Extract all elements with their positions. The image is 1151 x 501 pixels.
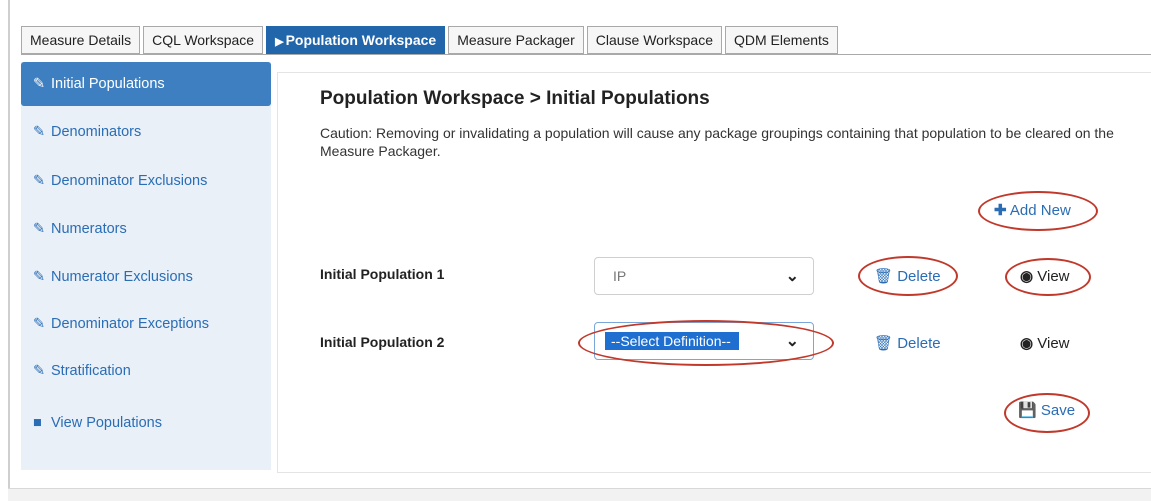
- sidebar-item-label: Initial Populations: [51, 76, 165, 92]
- book-icon: ■: [33, 415, 42, 431]
- caution-text: Caution: Removing or invalidating a popu…: [320, 125, 1114, 159]
- sidebar-item-label: Stratification: [51, 363, 131, 379]
- definition-select[interactable]: --Select Definition-- ⌄: [594, 322, 814, 360]
- add-new-button[interactable]: ✚ Add New: [994, 201, 1071, 219]
- tab-qdm-elements[interactable]: QDM Elements: [725, 26, 838, 54]
- pencil-icon: ✎: [33, 316, 46, 332]
- pencil-icon: ✎: [33, 124, 46, 140]
- binoculars-icon: ◉: [1020, 335, 1034, 352]
- sidebar-item-label: Denominator Exclusions: [51, 173, 208, 189]
- sidebar-item-stratification[interactable]: ✎ Stratification: [21, 349, 271, 393]
- sidebar-item-denominator-exceptions[interactable]: ✎ Denominator Exceptions: [21, 302, 271, 346]
- chevron-down-icon: ⌄: [785, 333, 799, 350]
- trash-icon: 🗑: [874, 268, 894, 285]
- tab-measure-details[interactable]: Measure Details: [21, 26, 141, 54]
- tab-bar: Measure Details CQL Workspace ▶ Populatio…: [21, 26, 841, 54]
- sidebar-item-label: View Populations: [51, 415, 162, 431]
- population-row-label: Initial Population 1: [320, 266, 445, 282]
- sidebar-item-label: Denominators: [51, 124, 142, 140]
- binoculars-icon: ◉: [1020, 268, 1034, 285]
- view-label: View: [1037, 268, 1070, 285]
- app-frame: Measure Details CQL Workspace ▶ Populatio…: [0, 0, 1151, 501]
- add-new-label: Add New: [1009, 202, 1071, 219]
- tab-cql-workspace[interactable]: CQL Workspace: [143, 26, 264, 54]
- pencil-icon: ✎: [33, 363, 46, 379]
- sidebar-item-label: Denominator Exceptions: [51, 316, 209, 332]
- sidebar: ✎ Initial Populations ✎ Denominators ✎ Deno…: [21, 62, 271, 470]
- sidebar-item-initial-populations[interactable]: ✎ Initial Populations: [21, 62, 271, 106]
- sidebar-item-numerators[interactable]: ✎ Numerators: [21, 207, 271, 251]
- tab-clause-workspace[interactable]: Clause Workspace: [586, 26, 722, 54]
- delete-label: Delete: [897, 268, 941, 285]
- play-arrow-icon: ▶: [275, 36, 284, 48]
- select-value: --Select Definition--: [605, 332, 739, 350]
- view-button[interactable]: ◉ View: [1020, 334, 1070, 352]
- window-left-border: [8, 0, 10, 500]
- floppy-disk-icon: 💾: [1018, 402, 1037, 419]
- trash-icon: 🗑: [874, 335, 894, 352]
- sidebar-item-denominators[interactable]: ✎ Denominators: [21, 110, 271, 154]
- view-button[interactable]: ◉ View: [1020, 267, 1070, 285]
- pencil-icon: ✎: [33, 221, 46, 237]
- sidebar-item-label: Numerator Exclusions: [51, 269, 193, 285]
- page-title: Population Workspace > Initial Populatio…: [320, 88, 710, 109]
- tab-population-workspace-label: Population Workspace: [285, 32, 437, 48]
- delete-button[interactable]: 🗑 Delete: [874, 334, 941, 352]
- delete-label: Delete: [897, 335, 941, 352]
- sidebar-item-denominator-exclusions[interactable]: ✎ Denominator Exclusions: [21, 159, 271, 203]
- tab-underline: [21, 54, 1151, 55]
- population-row-label: Initial Population 2: [320, 334, 445, 350]
- view-label: View: [1037, 335, 1070, 352]
- pencil-icon: ✎: [33, 173, 46, 189]
- sidebar-item-label: Numerators: [51, 221, 127, 237]
- pencil-icon: ✎: [33, 76, 46, 92]
- save-button[interactable]: 💾 Save: [1018, 401, 1075, 419]
- chevron-down-icon: ⌄: [785, 268, 799, 285]
- pencil-icon: ✎: [33, 269, 46, 285]
- save-label: Save: [1040, 402, 1076, 419]
- sidebar-item-view-populations[interactable]: ■ View Populations: [21, 401, 271, 445]
- sidebar-item-numerator-exclusions[interactable]: ✎ Numerator Exclusions: [21, 255, 271, 299]
- select-value: IP: [613, 268, 627, 284]
- window-bottom-bar: [8, 488, 1151, 501]
- definition-select[interactable]: IP ⌄: [594, 257, 814, 295]
- plus-icon: ✚: [994, 202, 1007, 219]
- delete-button[interactable]: 🗑 Delete: [874, 267, 941, 285]
- tab-population-workspace[interactable]: ▶ Population Workspace: [266, 26, 446, 54]
- tab-measure-packager[interactable]: Measure Packager: [448, 26, 584, 54]
